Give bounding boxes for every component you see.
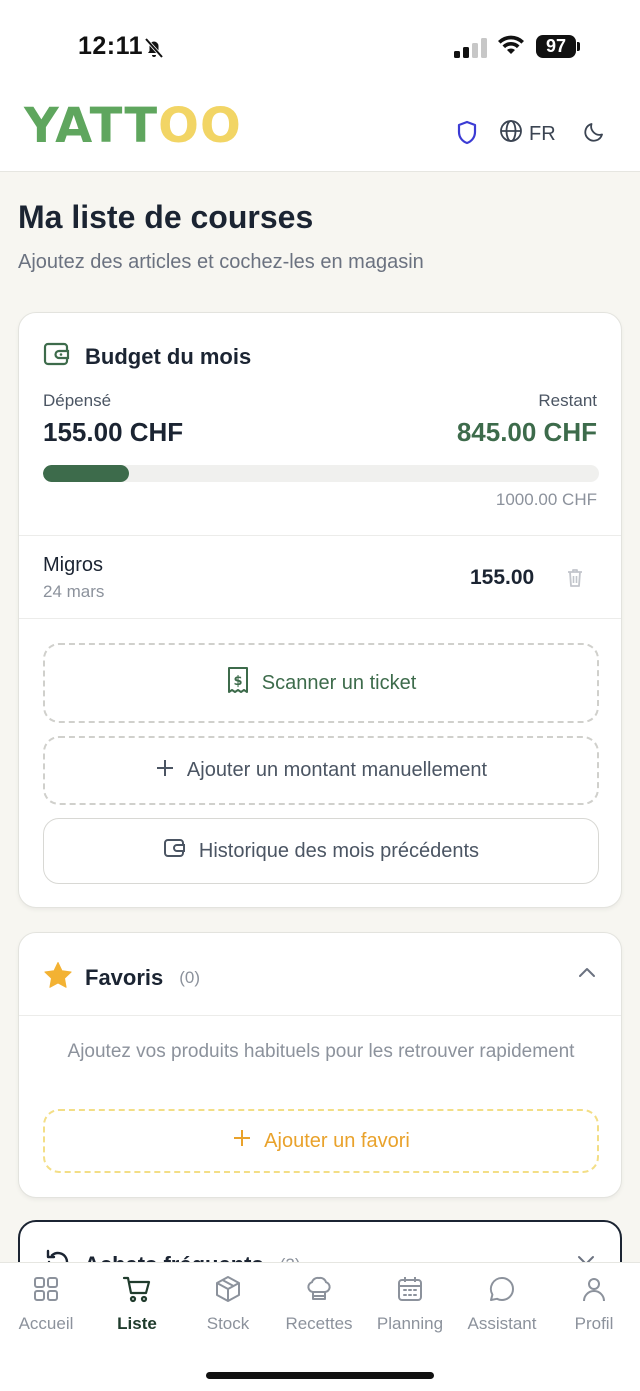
remaining-value: 845.00 CHF xyxy=(456,417,597,447)
app-header: YATTOO FR xyxy=(0,90,640,172)
page-title: Ma liste de courses xyxy=(18,199,314,235)
star-icon xyxy=(43,961,73,994)
tab-accueil[interactable]: Accueil xyxy=(0,1275,92,1334)
tab-label: Liste xyxy=(117,1314,157,1333)
logo-accent-o-1: O xyxy=(158,98,200,154)
box-icon xyxy=(214,1275,242,1308)
globe-icon xyxy=(499,119,523,149)
plus-icon xyxy=(155,758,175,784)
calendar-icon xyxy=(396,1275,424,1308)
chef-hat-icon xyxy=(305,1275,333,1308)
spent-value: 155.00 CHF xyxy=(43,417,184,447)
divider xyxy=(19,618,621,619)
expense-date: 24 mars xyxy=(43,582,105,601)
budget-card: Budget du mois Dépensé Restant 155.00 CH… xyxy=(18,312,622,908)
tab-label: Profil xyxy=(574,1314,614,1333)
tab-profil[interactable]: Profil xyxy=(548,1275,640,1334)
tab-label: Accueil xyxy=(18,1314,74,1333)
add-favorite-button[interactable]: Ajouter un favori xyxy=(43,1109,599,1173)
shield-icon[interactable] xyxy=(455,120,479,151)
history-button[interactable]: Historique des mois précédents xyxy=(43,818,599,884)
favorites-header[interactable]: Favoris (0) xyxy=(43,961,200,994)
battery-nub xyxy=(577,42,580,51)
yattoo-logo[interactable]: YATTOO xyxy=(24,98,242,154)
bell-muted-icon xyxy=(142,36,166,65)
user-icon xyxy=(580,1275,608,1308)
add-manual-amount-button[interactable]: Ajouter un montant manuellement xyxy=(43,736,599,805)
add-favorite-label: Ajouter un favori xyxy=(264,1129,410,1152)
logo-main-text: YATT xyxy=(24,98,159,154)
budget-total: 1000.00 CHF xyxy=(495,490,597,509)
receipt-icon: $ xyxy=(226,666,250,700)
home-indicator[interactable] xyxy=(206,1372,434,1379)
scan-ticket-button[interactable]: $ Scanner un ticket xyxy=(43,643,599,723)
tab-recettes[interactable]: Recettes xyxy=(273,1275,365,1334)
budget-header: Budget du mois xyxy=(43,341,251,372)
divider xyxy=(19,1015,621,1016)
cellular-signal-icon xyxy=(454,38,488,63)
chevron-up-icon[interactable] xyxy=(577,965,597,984)
spent-label: Dépensé xyxy=(43,391,112,410)
grid-icon xyxy=(32,1275,60,1308)
budget-progress-fill xyxy=(43,465,130,482)
chat-icon xyxy=(488,1275,516,1308)
moon-icon[interactable] xyxy=(582,120,606,149)
budget-title: Budget du mois xyxy=(85,343,252,369)
tab-stock[interactable]: Stock xyxy=(182,1275,274,1334)
history-label: Historique des mois précédents xyxy=(198,839,480,862)
trash-icon[interactable] xyxy=(565,567,585,594)
tab-assistant[interactable]: Assistant xyxy=(456,1275,548,1334)
divider xyxy=(19,535,621,536)
language-selector[interactable]: FR xyxy=(499,119,556,149)
expense-store: Migros xyxy=(43,554,104,576)
expense-amount: 155.00 xyxy=(470,566,535,589)
add-manual-amount-label: Ajouter un montant manuellement xyxy=(186,759,488,781)
language-label: FR xyxy=(529,122,556,145)
svg-text:$: $ xyxy=(233,674,242,689)
status-time: 12:11 xyxy=(78,32,144,60)
page-subtitle: Ajoutez des articles et cochez-les en ma… xyxy=(18,251,424,273)
scan-ticket-label: Scanner un ticket xyxy=(261,671,417,694)
favorites-card: Favoris (0) Ajoutez vos produits habitue… xyxy=(18,932,622,1198)
wallet-icon xyxy=(163,837,187,865)
favorites-empty-text: Ajoutez vos produits habituels pour les … xyxy=(67,1041,575,1062)
favorites-title: Favoris xyxy=(85,964,164,990)
wallet-icon xyxy=(43,341,71,372)
remaining-label: Restant xyxy=(538,391,597,410)
wifi-icon xyxy=(497,34,525,61)
plus-icon xyxy=(232,1128,252,1154)
tab-label: Planning xyxy=(376,1314,444,1333)
cart-icon xyxy=(122,1275,152,1308)
logo-accent-o-2: O xyxy=(199,98,242,154)
tab-liste[interactable]: Liste xyxy=(91,1275,183,1334)
tab-planning[interactable]: Planning xyxy=(364,1275,456,1334)
tab-label: Assistant xyxy=(467,1314,537,1333)
tab-label: Stock xyxy=(206,1314,250,1333)
status-bar: 12:11 97 xyxy=(0,0,640,90)
favorites-count: (0) xyxy=(179,967,201,987)
budget-progress-bar xyxy=(43,465,599,482)
tab-label: Recettes xyxy=(285,1314,353,1333)
battery-indicator: 97 xyxy=(536,35,576,58)
